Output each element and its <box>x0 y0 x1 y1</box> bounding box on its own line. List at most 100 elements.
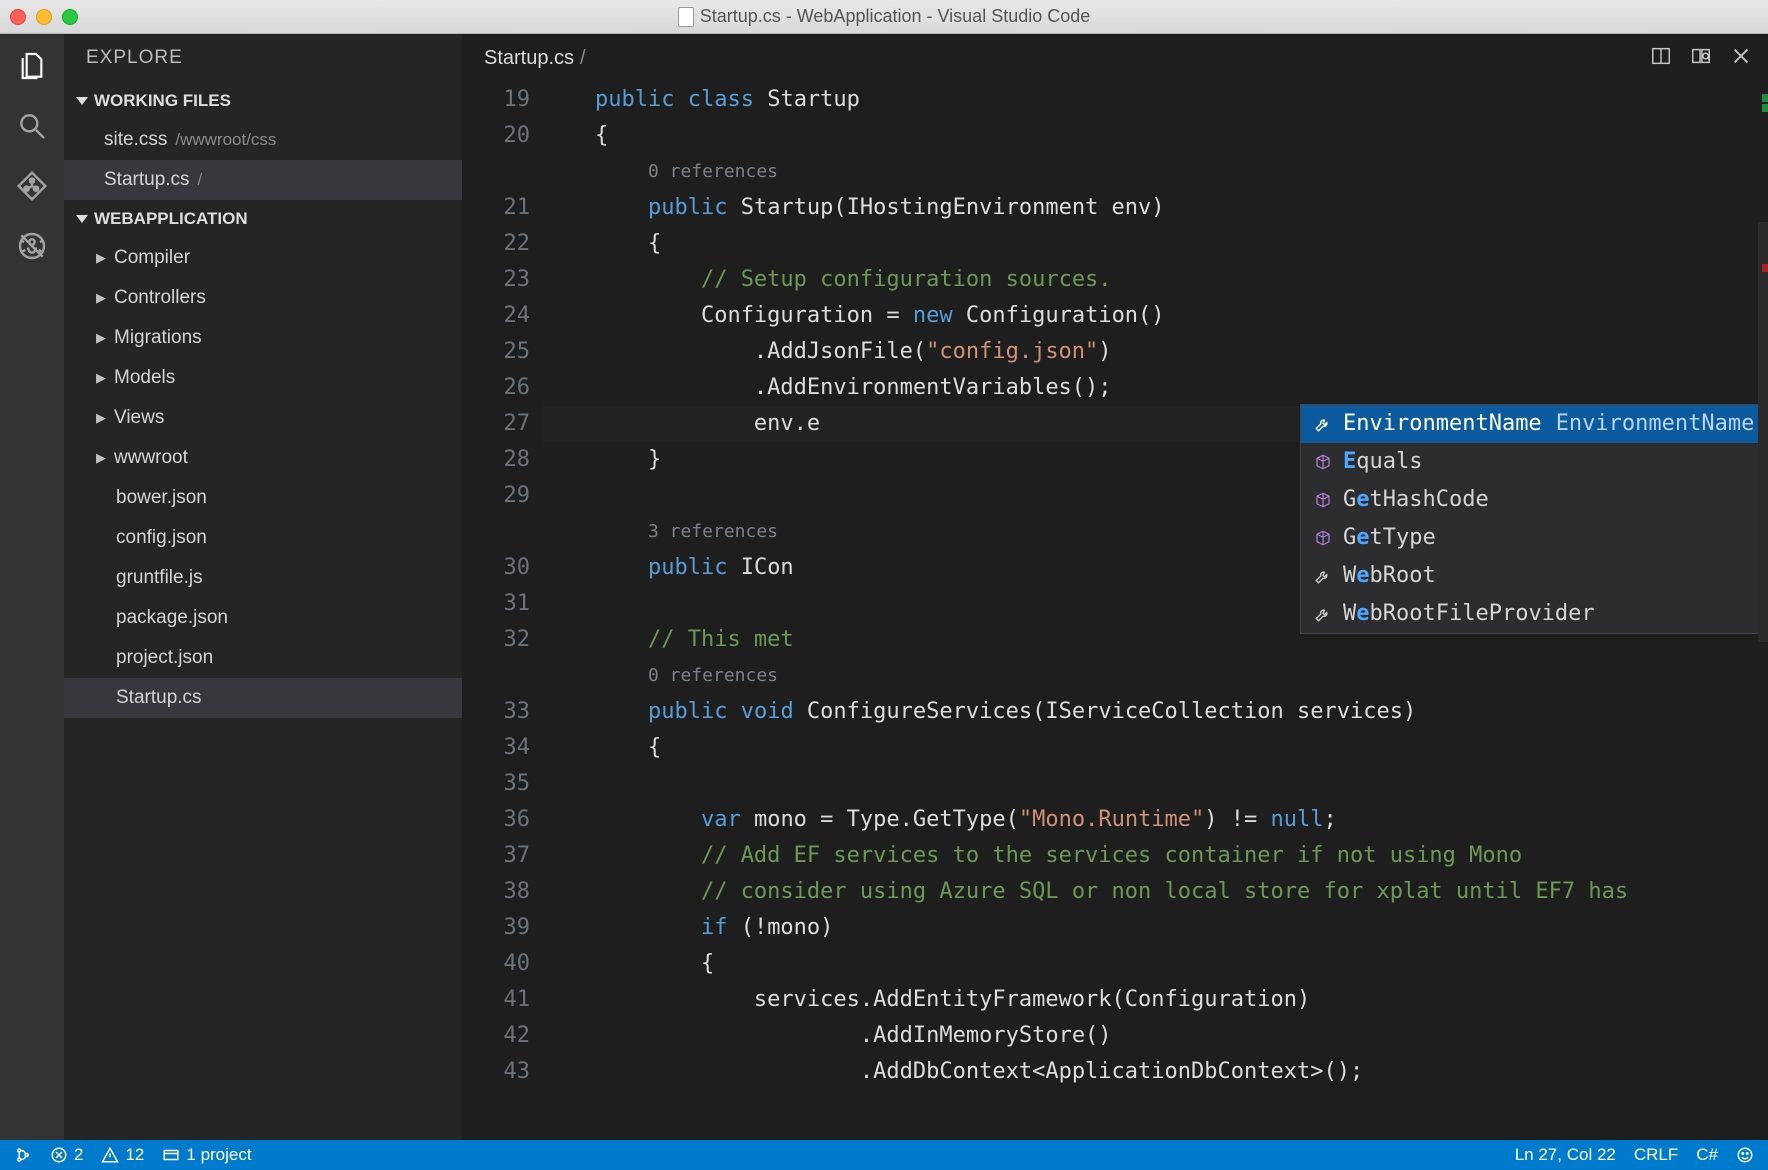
zoom-window[interactable] <box>62 9 78 25</box>
folder-item[interactable]: ▶ Controllers <box>64 278 462 318</box>
status-errors[interactable]: 2 <box>50 1145 83 1165</box>
file-name: gruntfile.js <box>116 567 203 589</box>
file-item[interactable]: project.json <box>64 638 462 678</box>
suggestion-item[interactable]: EnvironmentNameEnvironmentName <box>1301 405 1768 443</box>
project-folders: ▶Compiler▶Controllers▶Migrations▶Models▶… <box>64 238 462 478</box>
tab-startup[interactable]: Startup.cs / <box>484 47 586 70</box>
chevron-down-icon <box>76 215 88 223</box>
tab-suffix: / <box>580 47 586 70</box>
file-item[interactable]: package.json <box>64 598 462 638</box>
line-number: 30 <box>462 550 530 586</box>
working-file-item[interactable]: site.css/wwwroot/css <box>64 120 462 160</box>
status-warnings[interactable]: 12 <box>101 1145 144 1165</box>
line-number: 34 <box>462 730 530 766</box>
overview-ruler[interactable] <box>1758 82 1768 1140</box>
file-path: / <box>198 170 203 190</box>
status-projects[interactable]: 1 project <box>162 1145 251 1165</box>
line-number: 23 <box>462 262 530 298</box>
folder-item[interactable]: ▶Models <box>64 358 462 398</box>
line-number: 41 <box>462 982 530 1018</box>
line-number: 42 <box>462 1018 530 1054</box>
file-item[interactable]: gruntfile.js <box>64 558 462 598</box>
debug-icon[interactable] <box>16 230 48 262</box>
line-number: 27 <box>462 406 530 442</box>
line-number: 29 <box>462 478 530 514</box>
close-icon[interactable] <box>1730 45 1752 72</box>
line-number: 38 <box>462 874 530 910</box>
status-bar: 2 12 1 project Ln 27, Col 22 CRLF C# <box>0 1140 1768 1170</box>
suggestion-popup[interactable]: EnvironmentNameEnvironmentNameEqualsGetH… <box>1300 404 1768 634</box>
folder-item[interactable]: ▶Compiler <box>64 238 462 278</box>
code-area[interactable]: 1920212223242526272829303132333435363738… <box>462 82 1768 1140</box>
suggestion-label: GetHashCode <box>1343 482 1489 518</box>
file-name: Startup.cs <box>116 687 202 709</box>
editor-actions <box>1650 45 1752 72</box>
chevron-right-icon: ▶ <box>96 290 106 306</box>
suggestion-label: Equals <box>1343 444 1422 480</box>
line-number: 39 <box>462 910 530 946</box>
code-line: .AddDbContext<ApplicationDbContext>(); <box>542 1054 1758 1090</box>
document-icon <box>678 7 694 27</box>
split-editor-icon[interactable] <box>1650 45 1672 72</box>
line-number: 40 <box>462 946 530 982</box>
editor-tabs: Startup.cs / <box>462 34 1768 82</box>
cursor-position: Ln 27, Col 22 <box>1515 1145 1616 1165</box>
compare-icon[interactable] <box>1690 45 1712 72</box>
gutter: 1920212223242526272829303132333435363738… <box>462 82 542 1090</box>
line-number <box>462 514 530 550</box>
status-eol[interactable]: CRLF <box>1634 1145 1678 1165</box>
working-files-header[interactable]: WORKING FILES <box>64 82 462 120</box>
folder-item[interactable]: ▶Views <box>64 398 462 438</box>
file-item[interactable]: Startup.cs <box>64 678 462 718</box>
line-number: 26 <box>462 370 530 406</box>
code-line: { <box>542 226 1758 262</box>
window-controls <box>10 9 78 25</box>
cube-icon <box>1313 528 1333 548</box>
git-sync[interactable] <box>14 1146 32 1164</box>
activity-bar <box>0 34 64 1140</box>
file-name: package.json <box>116 607 228 629</box>
code-line: services.AddEntityFramework(Configuratio… <box>542 982 1758 1018</box>
suggestion-item[interactable]: GetType <box>1301 519 1768 557</box>
suggestion-item[interactable]: Equals <box>1301 443 1768 481</box>
scrollbar-thumb[interactable] <box>1758 222 1768 642</box>
window-title: Startup.cs - WebApplication - Visual Stu… <box>0 6 1768 27</box>
project-count: 1 project <box>186 1145 251 1165</box>
suggestion-label: WebRootFileProvider <box>1343 596 1595 632</box>
folder-item[interactable]: ▶wwwroot <box>64 438 462 478</box>
line-number: 43 <box>462 1054 530 1090</box>
sidebar: EXPLORE WORKING FILES site.css/wwwroot/c… <box>64 34 462 1140</box>
status-position[interactable]: Ln 27, Col 22 <box>1515 1145 1616 1165</box>
working-file-item[interactable]: Startup.cs/ <box>64 160 462 200</box>
chevron-right-icon: ▶ <box>96 370 106 386</box>
file-item[interactable]: bower.json <box>64 478 462 518</box>
code-line: // Setup configuration sources. <box>542 262 1758 298</box>
project-header-label: WEBAPPLICATION <box>94 209 248 229</box>
warning-count: 12 <box>125 1145 144 1165</box>
files-icon[interactable] <box>16 50 48 82</box>
editor: Startup.cs / 192021222324252627282930313… <box>462 34 1768 1140</box>
file-name: config.json <box>116 527 207 549</box>
line-number: 28 <box>462 442 530 478</box>
chevron-right-icon: ▶ <box>96 410 106 426</box>
suggestion-item[interactable]: WebRootFileProvider <box>1301 595 1768 633</box>
project-header[interactable]: WEBAPPLICATION <box>64 200 462 238</box>
folder-item[interactable]: ▶Migrations <box>64 318 462 358</box>
file-item[interactable]: config.json <box>64 518 462 558</box>
suggestion-item[interactable]: GetHashCode <box>1301 481 1768 519</box>
search-icon[interactable] <box>16 110 48 142</box>
cube-icon <box>1313 490 1333 510</box>
chevron-down-icon <box>76 97 88 105</box>
titlebar: Startup.cs - WebApplication - Visual Stu… <box>0 0 1768 34</box>
cube-icon <box>1313 452 1333 472</box>
status-language[interactable]: C# <box>1696 1145 1718 1165</box>
line-number <box>462 154 530 190</box>
feedback-icon[interactable] <box>1736 1146 1754 1164</box>
minimize-window[interactable] <box>36 9 52 25</box>
git-icon[interactable] <box>16 170 48 202</box>
window-title-text: Startup.cs - WebApplication - Visual Stu… <box>700 6 1091 27</box>
suggestion-item[interactable]: WebRoot <box>1301 557 1768 595</box>
folder-name: Controllers <box>114 287 206 309</box>
code-line: // consider using Azure SQL or non local… <box>542 874 1758 910</box>
close-window[interactable] <box>10 9 26 25</box>
